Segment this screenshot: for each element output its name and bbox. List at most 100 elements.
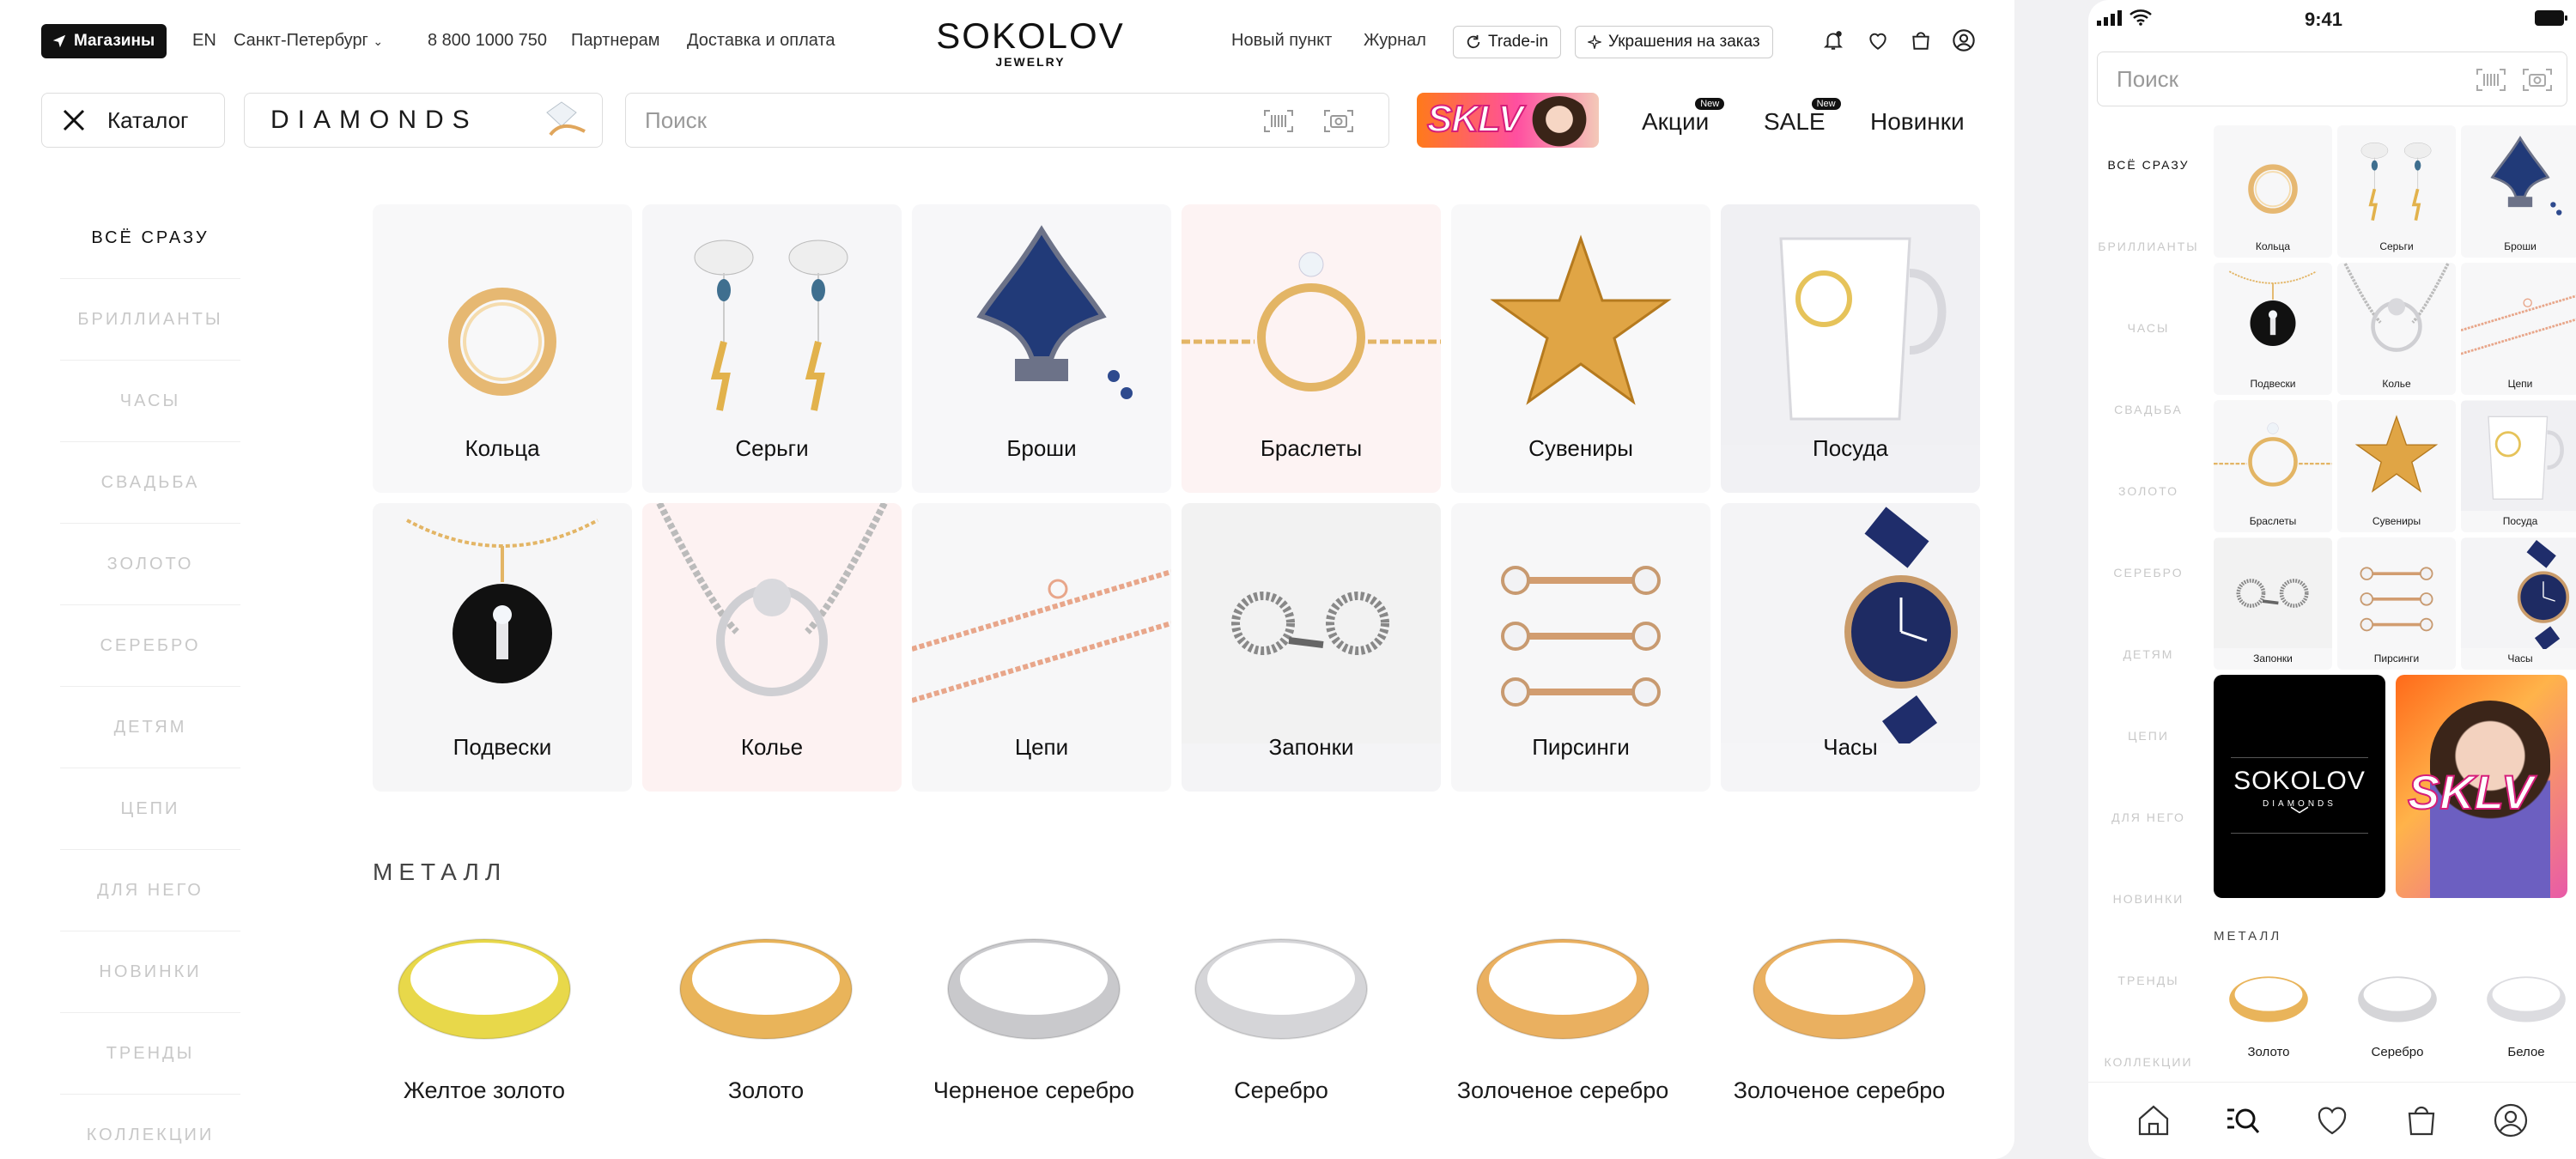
category-tile[interactable]: Броши <box>912 204 1171 493</box>
barcode-scan-icon[interactable] <box>1263 109 1294 133</box>
sale-link[interactable]: SALE New <box>1764 98 1841 136</box>
category-tile[interactable]: Сувениры <box>1451 204 1710 493</box>
metal-item[interactable]: Желтое золото <box>355 919 613 1104</box>
camera-search-icon[interactable] <box>2522 68 2553 92</box>
sidebar-item[interactable]: СЕРЕБРО <box>60 605 240 687</box>
mobile-category-tile[interactable]: Цепи <box>2461 263 2576 395</box>
mobile-category-tile[interactable]: Посуда <box>2461 400 2576 532</box>
mobile-sidebar-item[interactable]: СЕРЕБРО <box>2088 531 2208 613</box>
metal-item[interactable]: Золото <box>637 919 895 1104</box>
bag-icon[interactable] <box>1906 26 1935 55</box>
promo-link[interactable]: Акции New <box>1642 98 1725 136</box>
tradein-button[interactable]: Trade-in <box>1453 26 1562 58</box>
sidebar-item[interactable]: ДЛЯ НЕГО <box>60 850 240 931</box>
mobile-sidebar-item[interactable]: СВАДЬБА <box>2088 368 2208 450</box>
novelties-link[interactable]: Новинки <box>1870 108 1965 136</box>
sokolov-logo[interactable]: SOKOLOV JEWELRY <box>893 17 1168 70</box>
category-tile[interactable]: Запонки <box>1182 503 1441 792</box>
mobile-metal-item[interactable]: Белое <box>2466 962 2576 1059</box>
category-tile[interactable]: Браслеты <box>1182 204 1441 493</box>
profile-icon[interactable] <box>1949 26 1978 55</box>
profile-icon[interactable] <box>2492 1101 2530 1139</box>
mobile-sidebar-item[interactable]: ДЕТЯМ <box>2088 613 2208 695</box>
partners-link[interactable]: Партнерам <box>571 31 660 51</box>
catalog-search-icon[interactable] <box>2224 1101 2262 1139</box>
metal-item[interactable]: Золоченое серебро <box>1434 919 1692 1104</box>
sidebar-item[interactable]: ЦЕПИ <box>60 768 240 850</box>
sklv-banner[interactable]: SKLV <box>1417 93 1599 148</box>
mobile-category-tile[interactable]: Серьги <box>2337 125 2456 258</box>
sidebar-item[interactable]: ЧАСЫ <box>60 361 240 442</box>
bracelet-icon <box>1182 252 1441 391</box>
heart-icon[interactable] <box>2313 1101 2351 1139</box>
search-input[interactable]: Поиск <box>625 93 1389 148</box>
mobile-sidebar-item[interactable]: ЧАСЫ <box>2088 287 2208 368</box>
journal-link[interactable]: Журнал <box>1364 31 1426 51</box>
sidebar-item[interactable]: БРИЛЛИАНТЫ <box>60 279 240 361</box>
home-icon[interactable] <box>2135 1101 2172 1139</box>
sklv-mobile-banner[interactable]: SKLV <box>2396 675 2567 898</box>
metal-item[interactable]: Черненое серебро <box>905 919 1163 1104</box>
stores-button[interactable]: Магазины <box>41 24 167 58</box>
mobile-metal-item[interactable]: Золото <box>2208 962 2329 1059</box>
mobile-sidebar-item[interactable]: ЦЕПИ <box>2088 695 2208 776</box>
mobile-sidebar-item[interactable]: ТРЕНДЫ <box>2088 939 2208 1021</box>
mobile-category-tile[interactable]: Сувениры <box>2337 400 2456 532</box>
heart-icon[interactable] <box>1863 26 1893 55</box>
sidebar-item[interactable]: СВАДЬБА <box>60 442 240 524</box>
custom-jewelry-button[interactable]: Украшения на заказ <box>1575 26 1773 58</box>
barcode-scan-icon[interactable] <box>2476 68 2506 92</box>
city-selector[interactable]: Санкт-Петербург ⌄ <box>234 31 383 51</box>
category-tile[interactable]: Колье <box>642 503 902 792</box>
bag-icon[interactable] <box>2403 1101 2440 1139</box>
sidebar-item[interactable]: ДЕТЯМ <box>60 687 240 768</box>
new-point-link[interactable]: Новый пункт <box>1231 31 1332 51</box>
mobile-sidebar-item[interactable]: НОВИНКИ <box>2088 858 2208 939</box>
mobile-search-input[interactable]: Поиск <box>2097 52 2567 106</box>
necklace-icon <box>2343 263 2450 352</box>
mobile-category-tile[interactable]: Браслеты <box>2214 400 2332 532</box>
category-tile[interactable]: Часы <box>1721 503 1980 792</box>
category-tile[interactable]: Цепи <box>912 503 1171 792</box>
mobile-category-tile[interactable]: Броши <box>2461 125 2576 258</box>
category-tile[interactable]: Посуда <box>1721 204 1980 493</box>
sidebar-item[interactable]: ЗОЛОТО <box>60 524 240 605</box>
language-switch[interactable]: EN <box>192 31 216 51</box>
mobile-category-tile[interactable]: Кольца <box>2214 125 2332 258</box>
mobile-category-tile[interactable]: Колье <box>2337 263 2456 395</box>
mobile-sidebar-item[interactable]: ДЛЯ НЕГО <box>2088 776 2208 858</box>
category-tile[interactable]: Подвески <box>373 503 632 792</box>
phone-link[interactable]: 8 800 1000 750 <box>428 31 547 51</box>
delivery-link[interactable]: Доставка и оплата <box>687 31 835 51</box>
metal-item[interactable]: Золоченое серебро <box>1710 919 1968 1104</box>
sidebar-item[interactable]: НОВИНКИ <box>60 931 240 1013</box>
mobile-category-tile[interactable]: Часы <box>2461 537 2576 670</box>
notification-bell-icon[interactable] <box>1819 26 1848 55</box>
metal-item[interactable]: Серебро <box>1152 919 1410 1104</box>
category-tile[interactable]: Пирсинги <box>1451 503 1710 792</box>
category-tile[interactable]: Кольца <box>373 204 632 493</box>
mobile-sidebar-item[interactable]: ЗОЛОТО <box>2088 450 2208 531</box>
earrings-icon <box>2360 142 2432 221</box>
category-tile[interactable]: Серьги <box>642 204 902 493</box>
wifi-icon <box>2129 9 2152 26</box>
category-label: Запонки <box>1268 734 1354 760</box>
catalog-button[interactable]: Каталог <box>41 93 225 148</box>
mobile-sidebar-item[interactable]: БРИЛЛИАНТЫ <box>2088 205 2208 287</box>
mobile-category-tile[interactable]: Подвески <box>2214 263 2332 395</box>
sokolov-diamonds-banner[interactable]: SOKOLOV DIAMONDS ﹀ <box>2214 675 2385 898</box>
mobile-sidebar-item[interactable]: ВСЁ СРАЗУ <box>2088 124 2208 205</box>
mobile-category-label: Пирсинги <box>2373 652 2420 664</box>
battery-icon <box>2535 10 2567 26</box>
mobile-category-label: Посуда <box>2502 515 2538 527</box>
diamonds-link[interactable]: DIAMONDS <box>244 93 603 148</box>
sidebar-item[interactable]: КОЛЛЕКЦИИ <box>60 1095 240 1159</box>
mobile-category-tile[interactable]: Запонки <box>2214 537 2332 670</box>
sidebar-item[interactable]: ВСЁ СРАЗУ <box>60 197 240 279</box>
category-label: Посуда <box>1813 435 1888 461</box>
mobile-category-label: Браслеты <box>2249 515 2297 527</box>
sidebar-item[interactable]: ТРЕНДЫ <box>60 1013 240 1095</box>
mobile-metal-item[interactable]: Серебро <box>2337 962 2458 1059</box>
camera-search-icon[interactable] <box>1323 109 1354 133</box>
mobile-category-tile[interactable]: Пирсинги <box>2337 537 2456 670</box>
